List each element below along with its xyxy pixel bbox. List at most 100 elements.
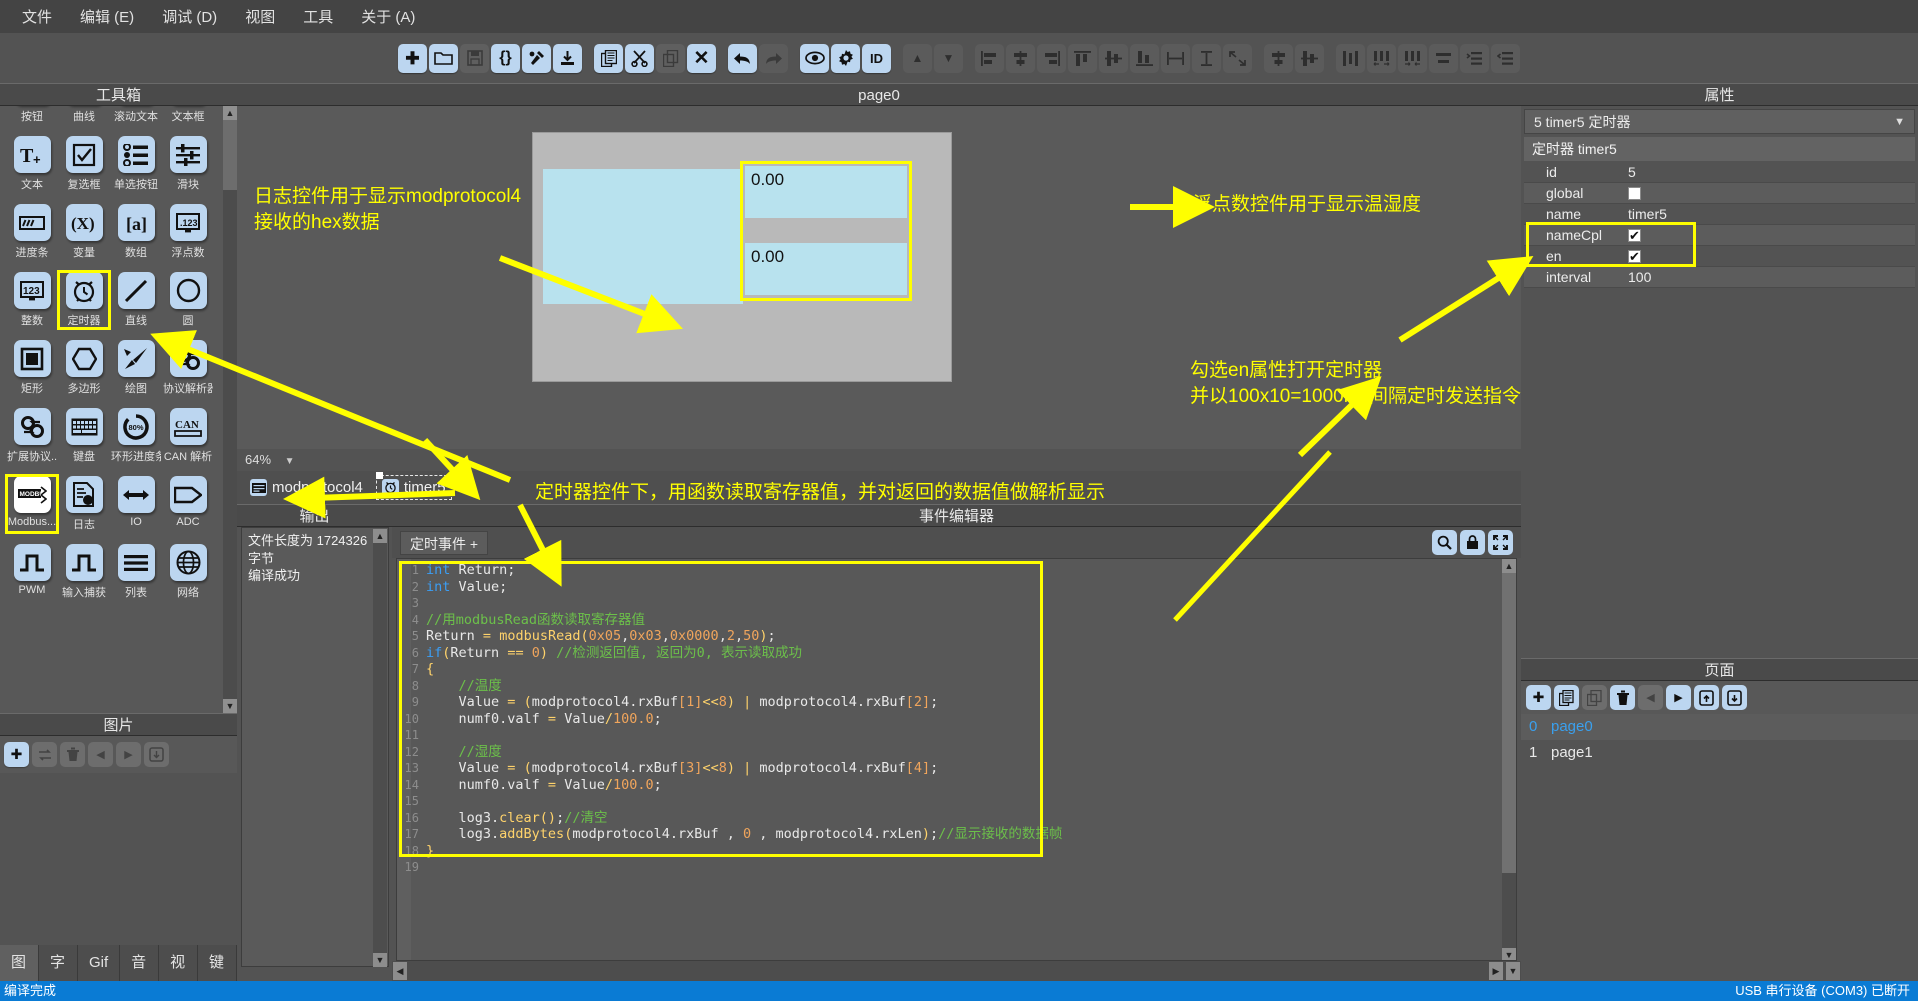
- copy-page-button[interactable]: [1582, 685, 1607, 710]
- toolbox-item-pwm[interactable]: PWM: [7, 544, 57, 600]
- scroll-down-icon[interactable]: ▼: [223, 699, 237, 713]
- toolbox-item-slider[interactable]: 滑块: [163, 136, 213, 192]
- menu-item-debug[interactable]: 调试 (D): [148, 2, 231, 31]
- property-row-en[interactable]: en: [1524, 246, 1915, 267]
- build-button[interactable]: [522, 43, 551, 73]
- scroll-left-icon[interactable]: ◀: [393, 962, 407, 980]
- same-size-button[interactable]: [1223, 43, 1252, 73]
- output-text-area[interactable]: 文件长度为 1724326 字节 编译成功 ▲ ▼: [241, 527, 389, 967]
- toolbox-item-can-parser[interactable]: CAN CAN 解析: [163, 408, 213, 464]
- toolbox-item-draw[interactable]: 绘图: [111, 340, 161, 396]
- replace-image-button[interactable]: [32, 742, 57, 767]
- toolbox-item-protocol-parser[interactable]: 协议解析器: [163, 340, 213, 396]
- scroll-thumb[interactable]: [223, 120, 237, 190]
- asset-tab-fonts[interactable]: 字体: [39, 945, 78, 1001]
- menu-item-edit[interactable]: 编辑 (E): [66, 2, 148, 31]
- toolbox-item-list[interactable]: 列表: [111, 544, 161, 600]
- scroll-down-icon[interactable]: ▼: [1502, 948, 1516, 960]
- download-button[interactable]: [553, 43, 582, 73]
- page-list-item-page0[interactable]: 0 page0: [1521, 714, 1918, 740]
- menu-item-file[interactable]: 文件: [8, 2, 66, 31]
- toolbox-item-array[interactable]: [a] 数组: [111, 204, 161, 260]
- toolbox-item-radio[interactable]: 单选按钮: [111, 136, 161, 192]
- asset-tab-audio[interactable]: 音频: [120, 945, 160, 1001]
- find-icon[interactable]: [1432, 530, 1457, 555]
- toolbox-item-extended-protocol[interactable]: 扩展协议...: [7, 408, 57, 464]
- toolbox-item-input-capture[interactable]: 输入捕获: [59, 544, 109, 600]
- toolbox-item-float[interactable]: .123 浮点数: [163, 204, 213, 260]
- distribute-shrink-button[interactable]: [1398, 43, 1427, 73]
- property-value[interactable]: 100: [1628, 267, 1651, 288]
- property-row-id[interactable]: id 5: [1524, 162, 1915, 183]
- same-height-button[interactable]: [1192, 43, 1221, 73]
- property-value[interactable]: timer5: [1628, 204, 1667, 225]
- cut-button[interactable]: [625, 43, 654, 73]
- code-vertical-scrollbar[interactable]: ▲ ▼: [1502, 559, 1516, 960]
- toolbox-item-rectangle[interactable]: 矩形: [7, 340, 57, 396]
- chevron-down-icon[interactable]: ▼: [1894, 110, 1905, 135]
- align-top-button[interactable]: [1068, 43, 1097, 73]
- align-right-button[interactable]: [1037, 43, 1066, 73]
- preview-eye-button[interactable]: [800, 43, 829, 73]
- next-image-button[interactable]: ▶: [116, 742, 141, 767]
- toolbox-item-text[interactable]: T + 文本: [7, 136, 57, 192]
- prev-image-button[interactable]: ◀: [88, 742, 113, 767]
- save-button[interactable]: [460, 43, 489, 73]
- next-page-button[interactable]: ▶: [1666, 685, 1691, 710]
- toolbox-item-io[interactable]: IO: [111, 476, 161, 532]
- align-bottom-button[interactable]: [1130, 43, 1159, 73]
- toolbox-item-checkbox[interactable]: 复选框: [59, 136, 109, 192]
- checkbox-unchecked-icon[interactable]: [1628, 187, 1641, 200]
- toolbox-item-variable[interactable]: (X) 变量: [59, 204, 109, 260]
- property-row-name[interactable]: name timer5: [1524, 204, 1915, 225]
- asset-tab-keyboard[interactable]: 键盘: [198, 945, 238, 1001]
- add-page-button[interactable]: ✚: [1526, 685, 1551, 710]
- event-tab-timer-event[interactable]: 定时事件 +: [400, 531, 489, 555]
- property-row-namecpl[interactable]: nameCpl: [1524, 225, 1915, 246]
- fullscreen-icon[interactable]: [1488, 530, 1513, 555]
- device-screen[interactable]: 0.00 0.00: [532, 132, 952, 382]
- checkbox-checked-icon[interactable]: [1628, 246, 1641, 267]
- code-horizontal-scrollbar[interactable]: ◀ ▶ ▼: [392, 961, 1521, 981]
- align-left-button[interactable]: [975, 43, 1004, 73]
- toolbox-item-curve[interactable]: 曲线: [59, 106, 109, 124]
- canvas-design-area[interactable]: 0.00 0.00: [237, 106, 1521, 449]
- align-middle-v-button[interactable]: [1099, 43, 1128, 73]
- toolbox-item-progressbar[interactable]: 进度条: [7, 204, 57, 260]
- images-thumbnail-area[interactable]: [0, 773, 237, 945]
- code-editor[interactable]: 1 int Return; 2 int Value; 3 4 //用modbusRead函数…: [396, 558, 1517, 961]
- asset-tab-gif[interactable]: Gif: [78, 945, 121, 981]
- menu-item-tools[interactable]: 工具: [289, 2, 347, 31]
- open-folder-button[interactable]: [429, 43, 458, 73]
- delete-image-button[interactable]: [60, 742, 85, 767]
- canvas-zoom-bar[interactable]: 64% ▼: [237, 449, 1521, 471]
- menu-item-about[interactable]: 关于 (A): [347, 2, 429, 31]
- toolbox-item-integer[interactable]: 123 整数: [7, 272, 57, 328]
- delete-button[interactable]: ✕: [687, 43, 716, 73]
- property-row-global[interactable]: global: [1524, 183, 1915, 204]
- property-row-interval[interactable]: interval 100: [1524, 267, 1915, 288]
- toolbox-item-textbox[interactable]: ab 文本框: [163, 106, 213, 124]
- scroll-up-icon[interactable]: ▲: [373, 529, 387, 543]
- move-up-button[interactable]: ▲: [903, 43, 932, 73]
- duplicate-page-button[interactable]: [1554, 685, 1579, 710]
- object-selector-dropdown[interactable]: 5 timer5 定时器 ▼: [1524, 109, 1915, 134]
- settings-gear-button[interactable]: [831, 43, 860, 73]
- pages-list[interactable]: 0 page0 1 page1: [1521, 714, 1918, 981]
- toolbox-scroll-area[interactable]: 按钮 曲线 滚动文本 ab 文本框 T+ 文本: [0, 106, 237, 713]
- toolbox-item-polygon[interactable]: 多边形: [59, 340, 109, 396]
- move-down-button[interactable]: ▼: [934, 43, 963, 73]
- toolbox-item-line[interactable]: 直线: [111, 272, 161, 328]
- widget-tab-modprotocol4[interactable]: modprotocol4: [245, 476, 368, 499]
- toolbox-item-network[interactable]: 网络: [163, 544, 213, 600]
- delete-page-button[interactable]: [1610, 685, 1635, 710]
- asset-tab-images[interactable]: 图片: [0, 945, 39, 1001]
- toolbox-item-keyboard[interactable]: 键盘: [59, 408, 109, 464]
- toolbox-item-adc[interactable]: ADC: [163, 476, 213, 532]
- distribute-expand-button[interactable]: [1367, 43, 1396, 73]
- property-value[interactable]: [1628, 183, 1641, 204]
- lock-icon[interactable]: [1460, 530, 1485, 555]
- export-image-button[interactable]: [144, 742, 169, 767]
- align-center-h-button[interactable]: [1006, 43, 1035, 73]
- new-file-button[interactable]: ✚: [398, 43, 427, 73]
